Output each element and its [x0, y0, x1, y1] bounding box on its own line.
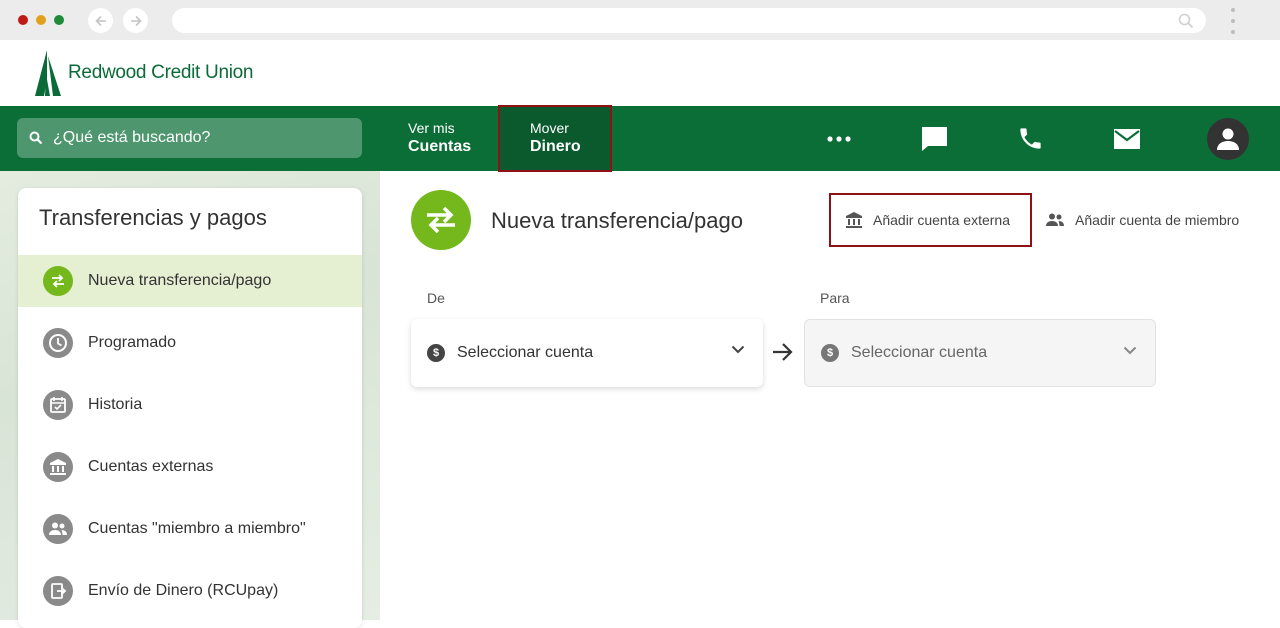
transfer-hero-icon — [411, 190, 471, 250]
add-member-account-label: Añadir cuenta de miembro — [1075, 212, 1240, 228]
from-label: De — [427, 290, 445, 306]
page-title: Nueva transferencia/pago — [491, 208, 743, 233]
browser-chrome — [0, 0, 1280, 40]
arrow-right-icon — [130, 15, 142, 26]
browser-menu-button[interactable] — [1230, 8, 1236, 34]
from-account-select[interactable]: $ Seleccionar cuenta — [411, 319, 763, 387]
sidebar-item-external-accounts[interactable]: Cuentas externas — [18, 441, 362, 493]
arrow-left-icon — [94, 15, 106, 26]
from-account-placeholder: Seleccionar cuenta — [457, 344, 594, 361]
nav-view-accounts[interactable]: Ver mis Cuentas — [408, 106, 471, 171]
back-button[interactable] — [88, 8, 113, 33]
sidebar-item-label: Programado — [88, 334, 177, 351]
sidebar-item-history[interactable]: Historia — [18, 379, 362, 431]
search-icon — [29, 131, 43, 145]
to-account-select[interactable]: $ Seleccionar cuenta — [804, 319, 1156, 387]
minimize-window-button[interactable] — [36, 15, 46, 25]
dollar-icon: $ — [821, 344, 839, 362]
chevron-down-icon — [731, 345, 745, 354]
to-label: Para — [820, 290, 850, 306]
sidebar-item-label: Envío de Dinero (RCUpay) — [88, 582, 279, 599]
people-icon — [43, 514, 73, 544]
sidebar-item-member-accounts[interactable]: Cuentas "miembro a miembro" — [18, 503, 362, 555]
add-member-account-button[interactable]: Añadir cuenta de miembro — [1045, 193, 1239, 247]
chat-icon[interactable] — [920, 106, 949, 171]
send-money-icon — [43, 576, 73, 606]
mail-icon[interactable] — [1113, 106, 1141, 171]
search-input[interactable] — [53, 129, 333, 147]
sidebar-item-label: Cuentas externas — [88, 458, 214, 475]
sidebar-item-send-money[interactable]: Envío de Dinero (RCUpay) — [18, 565, 362, 617]
search-icon — [1178, 13, 1194, 29]
close-window-button[interactable] — [18, 15, 28, 25]
more-icon[interactable] — [827, 106, 851, 171]
address-bar[interactable] — [172, 8, 1206, 33]
brand-name: Redwood Credit Union — [68, 62, 254, 83]
sidebar-title: Transferencias y pagos — [39, 205, 267, 230]
swap-icon — [43, 266, 73, 296]
phone-icon[interactable] — [1017, 106, 1044, 171]
sidebar-item-label: Historia — [88, 396, 143, 413]
sidebar-item-label: Cuentas "miembro a miembro" — [88, 520, 306, 537]
nav-move-money[interactable]: Mover Dinero — [498, 105, 612, 172]
bank-icon — [846, 212, 862, 228]
clock-icon — [43, 328, 73, 358]
add-external-account-button[interactable]: Añadir cuenta externa — [829, 193, 1032, 247]
account-icon[interactable] — [1207, 118, 1249, 160]
add-external-account-label: Añadir cuenta externa — [873, 212, 1010, 228]
sidebar-item-new-transfer[interactable]: Nueva transferencia/pago — [18, 255, 362, 307]
arrow-right-icon — [773, 343, 793, 361]
calendar-check-icon — [43, 390, 73, 420]
nav-label-bottom: Cuentas — [408, 138, 472, 155]
nav-label-top: Mover — [530, 120, 569, 136]
people-icon — [1046, 213, 1064, 226]
to-account-placeholder: Seleccionar cuenta — [851, 344, 988, 361]
bank-icon — [43, 452, 73, 482]
nav-label-top: Ver mis — [408, 120, 455, 136]
main-navigation: Ver mis Cuentas Mover Dinero — [0, 105, 1280, 172]
sidebar-item-scheduled[interactable]: Programado — [18, 317, 362, 369]
brand-logo[interactable]: Redwood Credit Union — [32, 50, 253, 96]
forward-button[interactable] — [123, 8, 148, 33]
site-search[interactable] — [17, 118, 362, 158]
dollar-icon: $ — [427, 344, 445, 362]
sidebar-item-label: Nueva transferencia/pago — [88, 272, 272, 289]
nav-label-bottom: Dinero — [530, 138, 581, 155]
redwood-tree-icon — [35, 50, 61, 96]
chevron-down-icon — [1123, 346, 1137, 355]
maximize-window-button[interactable] — [54, 15, 64, 25]
header: Redwood Credit Union — [0, 40, 1280, 106]
sidebar: Transferencias y pagos Nueva transferenc… — [18, 188, 362, 628]
